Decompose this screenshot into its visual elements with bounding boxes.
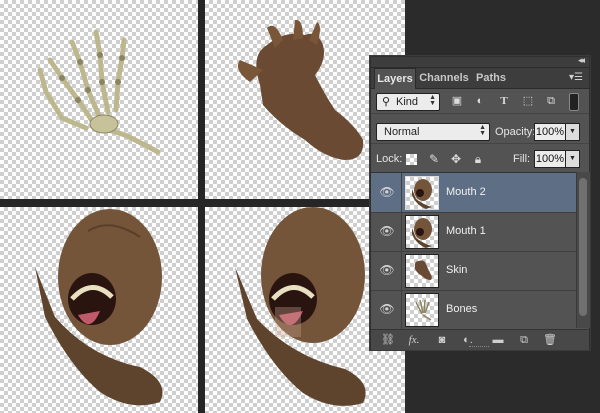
layer-name: Mouth 2: [446, 186, 486, 198]
shape-filter-icon[interactable]: ⬚: [522, 95, 534, 107]
delete-layer-icon[interactable]: 🗑︎: [543, 333, 557, 347]
blend-mode-select[interactable]: Normal ▲ ▼: [376, 123, 490, 141]
opacity-label: Opacity:: [495, 126, 536, 138]
layer-row-mouth-2[interactable]: 👁︎ Mouth 2: [371, 173, 576, 213]
layer-thumbnail: [405, 176, 439, 210]
blend-row: Normal ▲ ▼ Opacity: 100% ▼: [371, 119, 589, 144]
layer-name: Mouth 1: [446, 225, 486, 237]
visibility-eye-icon[interactable]: 👁︎: [379, 264, 395, 276]
canvas-quadrant-mouth-1: [0, 207, 198, 413]
lock-all-icon[interactable]: 🔒︎: [471, 152, 485, 166]
panel-title-bar[interactable]: ◂◂: [371, 55, 589, 68]
layers-scrollbar[interactable]: [576, 172, 590, 328]
tab-layers[interactable]: Layers: [374, 68, 416, 89]
layers-list: 👁︎ Mouth 2 👁︎ Mouth 1 👁︎ Skin 👁︎ Bones: [371, 172, 576, 330]
lock-transparent-pixels-icon[interactable]: [406, 154, 417, 165]
layer-thumbnail: [405, 254, 439, 288]
canvas-horizontal-divider: [0, 199, 405, 207]
fill-label: Fill:: [513, 153, 531, 165]
stepper-arrows-icon: ▲ ▼: [479, 124, 486, 137]
divider: [401, 173, 402, 212]
layer-row-mouth-1[interactable]: 👁︎ Mouth 1: [371, 212, 576, 252]
stepper-arrows-icon: ▲ ▼: [429, 94, 436, 107]
adjustment-layer-icon[interactable]: ◐.: [461, 333, 475, 347]
opacity-dropdown-arrow-icon[interactable]: ▼: [565, 123, 580, 141]
scrollbar-thumb[interactable]: [579, 178, 587, 316]
canvas-quadrant-bones: [0, 0, 198, 199]
collapse-panel-icon[interactable]: ◂◂: [578, 55, 585, 66]
skeleton-hand-image: [37, 29, 161, 155]
link-layers-icon[interactable]: ⛓︎: [381, 333, 395, 347]
layers-panel: ◂◂ Layers Channels Paths ▾☰ ⚲ Kind ▲ ▼ ▣ …: [370, 55, 590, 350]
filter-kind-label: Kind: [396, 96, 419, 108]
image-filter-icon[interactable]: ▣: [451, 95, 463, 107]
tab-channels[interactable]: Channels: [418, 68, 470, 88]
search-icon: ⚲: [382, 96, 391, 108]
opacity-input[interactable]: 100%: [534, 123, 566, 141]
layer-row-bones[interactable]: 👁︎ Bones: [371, 290, 576, 330]
divider: [401, 212, 402, 251]
visibility-eye-icon[interactable]: 👁︎: [379, 186, 395, 198]
resize-grip[interactable]: [469, 346, 489, 350]
lock-position-icon[interactable]: ✥: [449, 152, 463, 166]
layer-row-skin[interactable]: 👁︎ Skin: [371, 251, 576, 291]
fill-dropdown-arrow-icon[interactable]: ▼: [565, 150, 580, 168]
fill-input[interactable]: 100%: [534, 150, 566, 168]
filter-kind-select[interactable]: ⚲ Kind ▲ ▼: [376, 93, 440, 111]
fx-icon[interactable]: fx.: [407, 333, 421, 347]
visibility-eye-icon[interactable]: 👁︎: [379, 303, 395, 315]
add-mask-icon[interactable]: ◙: [435, 333, 449, 347]
layer-name: Skin: [446, 264, 468, 276]
filter-toggle-icon[interactable]: [569, 93, 579, 111]
filter-row: ⚲ Kind ▲ ▼ ▣ ◐ T ⬚ ⧉: [371, 89, 589, 114]
panel-menu-icon[interactable]: ▾☰: [569, 72, 583, 83]
new-group-icon[interactable]: ▬: [491, 333, 505, 347]
new-layer-icon[interactable]: ⧉: [517, 333, 531, 347]
lock-label: Lock:: [376, 153, 403, 165]
divider: [401, 290, 402, 329]
smart-object-filter-icon[interactable]: ⧉: [545, 95, 557, 107]
panel-bottom-toolbar: ⛓︎ fx. ◙ ◐. ▬ ⧉ 🗑︎: [371, 329, 589, 350]
blend-mode-value: Normal: [384, 126, 420, 138]
layer-thumbnail: [405, 293, 439, 327]
tab-paths[interactable]: Paths: [474, 68, 508, 88]
divider: [401, 251, 402, 290]
layer-name: Bones: [446, 303, 478, 315]
panel-tabs: Layers Channels Paths ▾☰: [371, 68, 589, 89]
face-mouth-1-image: [35, 209, 163, 406]
type-filter-icon[interactable]: T: [498, 95, 510, 107]
lock-row: Lock: ✎ ✥ 🔒︎ Fill: 100% ▼: [371, 147, 589, 171]
adjustment-filter-icon[interactable]: ◐: [474, 95, 486, 107]
visibility-eye-icon[interactable]: 👁︎: [379, 225, 395, 237]
layer-thumbnail: [405, 215, 439, 249]
lock-image-pixels-icon[interactable]: ✎: [427, 152, 441, 166]
document-canvas[interactable]: [0, 0, 405, 413]
